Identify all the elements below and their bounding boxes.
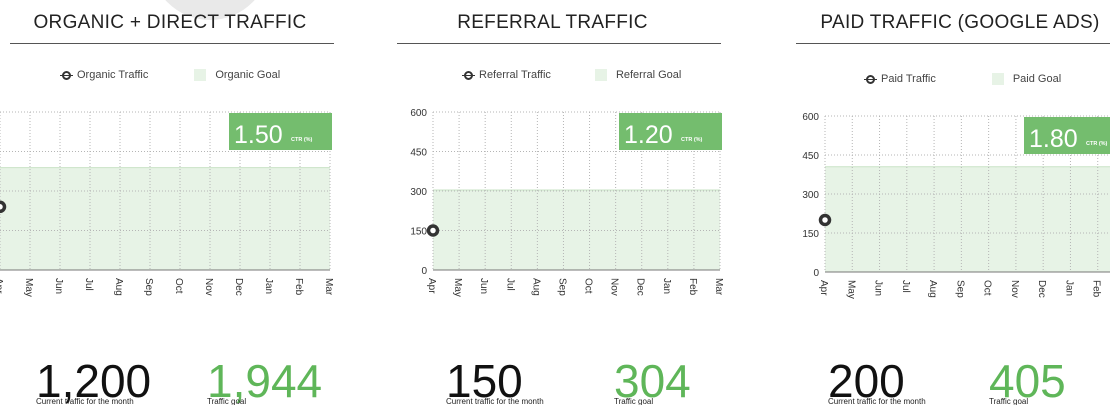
legend-goal: Paid Goal	[991, 73, 1062, 85]
legend-series-label: Paid Traffic	[881, 73, 936, 85]
x-tick-label: Mar	[323, 278, 334, 296]
x-tick-label: Jul	[504, 278, 515, 291]
x-tick-label: Jun	[873, 280, 884, 296]
title-rule	[796, 43, 1110, 44]
x-tick-label: Jan	[263, 278, 274, 294]
x-tick-label: Feb	[687, 278, 698, 296]
line-marker-icon	[60, 70, 73, 80]
x-tick-label: Apr	[426, 278, 437, 294]
y-tick-label: 600	[410, 108, 427, 119]
ctr-label: CTR (%)	[1086, 141, 1108, 147]
y-tick-label: 0	[421, 266, 427, 277]
y-tick-label: 0	[813, 268, 819, 279]
goal-area	[0, 167, 330, 270]
y-tick-label: 150	[410, 227, 427, 238]
x-tick-label: Dec	[635, 278, 646, 296]
goal-swatch-icon	[194, 69, 207, 81]
line-marker-icon	[462, 70, 475, 80]
x-tick-label: Apr	[818, 280, 829, 296]
traffic-goal-caption: Traffic goal	[989, 397, 1029, 405]
panel-title: ORGANIC + DIRECT TRAFFIC	[33, 12, 307, 33]
current-traffic-caption: Current traffic for the month	[828, 397, 926, 405]
x-tick-label: May	[452, 278, 463, 297]
x-tick-label: Dec	[233, 278, 244, 296]
y-tick-label: 450	[802, 151, 819, 162]
paid-panel: PAID TRAFFIC (GOOGLE ADS) Paid Traffic P…	[760, 0, 1110, 405]
referral-panel: REFERRAL TRAFFIC Referral Traffic Referr…	[380, 0, 730, 405]
ctr-value: 1.20	[624, 121, 673, 149]
legend-goal: Referral Goal	[594, 69, 682, 81]
x-tick-label: Nov	[203, 278, 214, 296]
legend-series: Organic Traffic	[60, 69, 149, 81]
traffic-point	[0, 200, 7, 214]
x-tick-label: Jul	[83, 278, 94, 291]
chart-legend: Organic Traffic Organic Goal	[60, 69, 280, 81]
title-rule	[397, 43, 721, 44]
traffic-goal-caption: Traffic goal	[614, 397, 654, 405]
legend-goal: Organic Goal	[194, 69, 280, 81]
paid-chart: 0 150 300 450 600 Apr May Jun Jul Aug Sep Oct Nov Dec…	[760, 100, 1110, 300]
x-tick-label: Aug	[927, 280, 938, 298]
referral-chart: 0 150 300 450 600 Apr May Jun Jul Aug Sep Oct Nov Dec…	[380, 100, 730, 300]
ctr-value: 1.50	[234, 121, 283, 149]
x-tick-label: Mar	[713, 278, 724, 296]
x-tick-label: Sep	[954, 280, 965, 298]
x-tick-label: Jun	[478, 278, 489, 294]
panel-title: PAID TRAFFIC (GOOGLE ADS)	[820, 12, 1100, 33]
x-tick-label: Dec	[1036, 280, 1047, 298]
chart-svg: 0750150022503000AprMayJunJulAugSepOctNov…	[0, 111, 334, 297]
x-tick-label: Oct	[982, 280, 993, 296]
chart-legend: Paid Traffic Paid Goal	[864, 73, 1062, 85]
x-tick-label: Aug	[113, 278, 124, 296]
x-tick-label: May	[23, 278, 34, 297]
y-tick-label: 450	[410, 148, 427, 159]
chart-svg: 0 150 300 450 600 Apr May Jun Jul Aug Sep Oct Nov Dec…	[802, 112, 1110, 299]
current-traffic-caption: Current traffic for the month	[36, 397, 134, 405]
x-tick-label: Feb	[293, 278, 304, 296]
organic-chart: 0750150022503000AprMayJunJulAugSepOctNov…	[0, 100, 360, 300]
current-traffic-caption: Current traffic for the month	[446, 397, 544, 405]
x-tick-label: Aug	[530, 278, 541, 296]
line-marker-icon	[864, 74, 877, 84]
y-tick-label: 300	[802, 190, 819, 201]
goal-area	[825, 166, 1110, 272]
title-rule	[10, 43, 334, 44]
traffic-point	[426, 224, 440, 237]
chart-svg: 0 150 300 450 600 Apr May Jun Jul Aug Sep Oct Nov Dec…	[410, 108, 724, 297]
legend-series: Paid Traffic	[864, 73, 936, 85]
organic-panel: ORGANIC + DIRECT TRAFFIC Organic Traffic…	[0, 0, 360, 405]
x-tick-label: Apr	[0, 278, 4, 294]
legend-series-label: Referral Traffic	[479, 69, 551, 81]
x-tick-label: Jan	[661, 278, 672, 294]
legend-series-label: Organic Traffic	[77, 69, 149, 81]
traffic-point	[818, 213, 832, 227]
legend-goal-label: Organic Goal	[215, 69, 281, 81]
ctr-label: CTR (%)	[681, 137, 703, 143]
x-tick-label: May	[845, 280, 856, 299]
x-tick-label: Oct	[583, 278, 594, 294]
x-tick-label: Feb	[1091, 280, 1102, 298]
y-tick-label: 600	[802, 112, 819, 123]
x-tick-label: Jul	[900, 280, 911, 293]
traffic-goal-caption: Traffic goal	[207, 397, 247, 405]
y-tick-label: 150	[802, 229, 819, 240]
chart-legend: Referral Traffic Referral Goal	[462, 69, 682, 81]
ctr-value: 1.80	[1029, 125, 1078, 153]
x-tick-label: Jan	[1063, 280, 1074, 296]
panel-title: REFERRAL TRAFFIC	[457, 12, 648, 33]
goal-swatch-icon	[594, 69, 607, 81]
x-tick-label: Sep	[143, 278, 154, 296]
x-tick-label: Nov	[1009, 280, 1020, 298]
x-tick-label: Jun	[53, 278, 64, 294]
x-tick-label: Sep	[556, 278, 567, 296]
legend-goal-label: Referral Goal	[615, 69, 682, 81]
x-tick-label: Oct	[173, 278, 184, 294]
x-tick-label: Nov	[609, 278, 620, 296]
goal-area	[433, 189, 720, 270]
ctr-label: CTR (%)	[291, 137, 313, 143]
legend-goal-label: Paid Goal	[1012, 73, 1062, 85]
goal-swatch-icon	[991, 73, 1004, 85]
y-tick-label: 300	[410, 187, 427, 198]
legend-series: Referral Traffic	[462, 69, 551, 81]
